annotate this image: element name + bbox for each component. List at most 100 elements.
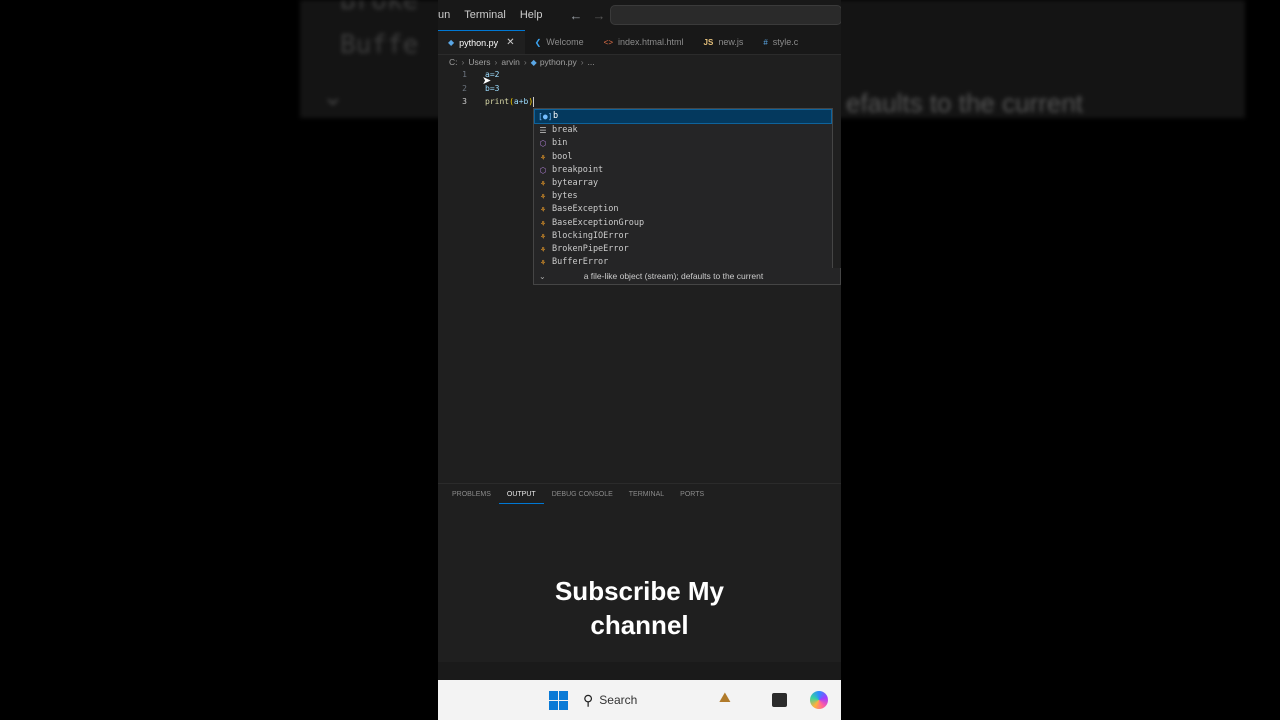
suggestion-item-break[interactable]: ☰ break <box>534 124 832 137</box>
breadcrumb-symbol[interactable]: ... <box>588 57 595 67</box>
text-cursor <box>533 96 535 107</box>
css-icon: # <box>763 37 768 47</box>
chevron-right-icon: › <box>494 57 498 67</box>
caption-line-2: channel <box>590 610 689 640</box>
function-cube-icon: ⬡ <box>539 165 547 175</box>
taskbar-search-label: Search <box>599 693 638 707</box>
breadcrumb: C: › Users › arvin › ◆ python.py › ... <box>449 56 595 68</box>
breadcrumb-file[interactable]: python.py <box>540 57 577 67</box>
tab-label: new.js <box>718 37 744 47</box>
tab-problems[interactable]: PROBLEMS <box>444 487 499 503</box>
suggestion-label: BlockingIOError <box>552 230 629 241</box>
copilot-icon[interactable] <box>810 691 828 709</box>
menu-terminal[interactable]: Terminal <box>457 9 513 21</box>
menu-help[interactable]: Help <box>513 9 550 21</box>
breadcrumb-users[interactable]: Users <box>468 57 490 67</box>
code-editor[interactable]: 1 a=2 2 b=3 3 print(a+b) <box>438 68 841 109</box>
function-cube-icon: ⬡ <box>539 139 547 149</box>
tab-output[interactable]: OUTPUT <box>498 487 544 504</box>
class-icon: ⚘ <box>540 205 546 215</box>
tab-label: Welcome <box>546 37 584 47</box>
tab-new-js[interactable]: JS new.js <box>694 30 754 54</box>
tab-label: style.c <box>772 37 799 47</box>
python-icon: ◆ <box>530 57 537 67</box>
class-icon: ⚘ <box>540 192 546 202</box>
code-line[interactable]: 2 b=3 <box>438 82 841 96</box>
blur-chevron-icon: ⌄ <box>322 82 344 112</box>
tooltip-text: a file-like object (stream); defaults to… <box>583 271 764 281</box>
subscribe-caption: Subscribe My channel <box>438 574 841 642</box>
code-line-current[interactable]: 3 print(a+b) <box>438 95 841 109</box>
suggestion-item-baseexception[interactable]: ⚘ BaseException <box>534 203 832 216</box>
suggestion-item-brokenpipeerror[interactable]: ⚘ BrokenPipeError <box>534 243 832 256</box>
suggestion-label: BaseExceptionGroup <box>552 217 645 228</box>
breadcrumb-arvin[interactable]: arvin <box>501 57 519 67</box>
suggestion-item-blockingioerror[interactable]: ⚘ BlockingIOError <box>534 230 832 243</box>
back-arrow-icon[interactable]: ← <box>569 8 582 23</box>
class-icon: ⚘ <box>540 244 546 254</box>
tab-style-css[interactable]: # style.c <box>753 30 808 54</box>
suggestion-label: break <box>552 125 578 136</box>
tab-debug-console[interactable]: DEBUG CONSOLE <box>544 487 621 503</box>
suggestion-details: ⌄ a file-like object (stream); defaults … <box>533 268 841 285</box>
status-bar <box>438 662 841 680</box>
class-icon: ⚘ <box>540 178 546 188</box>
blur-text-buffe: Buffe <box>340 30 419 60</box>
menu-run[interactable]: un <box>438 9 457 21</box>
suggestion-label: b <box>553 111 559 121</box>
line-number: 2 <box>462 83 467 93</box>
tab-label: index.htmal.html <box>617 37 684 47</box>
class-icon: ⚘ <box>540 152 546 162</box>
tab-welcome[interactable]: ❮ Welcome <box>525 30 594 54</box>
line-number: 3 <box>462 97 467 106</box>
vscode-window: un Terminal Help ← → ◆ python.py ✕ ❮ Wel… <box>438 0 841 720</box>
windows-taskbar: ⚲ Search ⛰ <box>438 680 841 720</box>
command-center-search[interactable] <box>610 5 841 25</box>
tab-index-html[interactable]: <> index.htmal.html <box>594 30 694 54</box>
function-name: print <box>485 97 510 106</box>
class-icon: ⚘ <box>540 218 546 228</box>
breadcrumb-drive[interactable]: C: <box>449 57 458 67</box>
suggestion-widget: [●] b ☰ break ⬡ bin ⚘ bool ⬡ breakpoint … <box>533 108 833 270</box>
windows-start-icon[interactable] <box>549 691 568 710</box>
suggestion-label: BaseException <box>552 204 619 215</box>
line-text: print(a+b) <box>485 95 535 109</box>
suggestion-item-bytes[interactable]: ⚘ bytes <box>534 190 832 203</box>
tab-python-py[interactable]: ◆ python.py ✕ <box>438 30 525 54</box>
tab-ports[interactable]: PORTS <box>672 487 712 503</box>
python-icon: ◆ <box>448 38 455 47</box>
chevron-right-icon: › <box>580 57 584 67</box>
suggestion-label: breakpoint <box>552 164 604 175</box>
chevron-right-icon: › <box>461 57 465 67</box>
search-icon: ⚲ <box>583 691 594 708</box>
blur-text-broke: Broke <box>340 0 419 16</box>
keyword-icon: ☰ <box>539 126 547 136</box>
suggestion-item-b[interactable]: [●] b <box>534 109 832 125</box>
suggestion-item-bool[interactable]: ⚘ bool <box>534 151 832 164</box>
suggestion-label: BrokenPipeError <box>552 243 629 254</box>
chevron-right-icon: › <box>523 57 527 67</box>
call-args: a+b <box>513 97 529 106</box>
panel-tabs: PROBLEMS OUTPUT DEBUG CONSOLE TERMINAL P… <box>438 483 841 504</box>
forward-arrow-icon[interactable]: → <box>592 8 605 23</box>
file-explorer-icon[interactable] <box>772 693 787 707</box>
code-line[interactable]: 1 a=2 <box>438 68 841 82</box>
close-icon[interactable]: ✕ <box>506 37 514 48</box>
class-icon: ⚘ <box>540 231 546 241</box>
chevron-down-icon[interactable]: ⌄ <box>539 272 546 281</box>
menu-bar: un Terminal Help ← → <box>438 0 841 30</box>
js-icon: JS <box>703 37 714 47</box>
suggestion-item-bin[interactable]: ⬡ bin <box>534 137 832 150</box>
blur-tooltip-text: efaults to the current <box>846 88 1084 118</box>
html-icon: <> <box>603 37 613 47</box>
vscode-icon: ❮ <box>534 37 542 47</box>
suggestion-item-breakpoint[interactable]: ⬡ breakpoint <box>534 164 832 177</box>
suggestion-item-bytearray[interactable]: ⚘ bytearray <box>534 177 832 190</box>
suggestion-label: bytearray <box>552 177 599 188</box>
suggestion-label: bool <box>552 151 573 162</box>
suggestion-label: bin <box>552 138 568 149</box>
suggestion-item-baseexceptiongroup[interactable]: ⚘ BaseExceptionGroup <box>534 217 832 230</box>
tab-terminal[interactable]: TERMINAL <box>621 487 672 503</box>
caption-line-1: Subscribe My <box>554 576 725 606</box>
widgets-icon[interactable]: ⛰ <box>719 690 731 706</box>
